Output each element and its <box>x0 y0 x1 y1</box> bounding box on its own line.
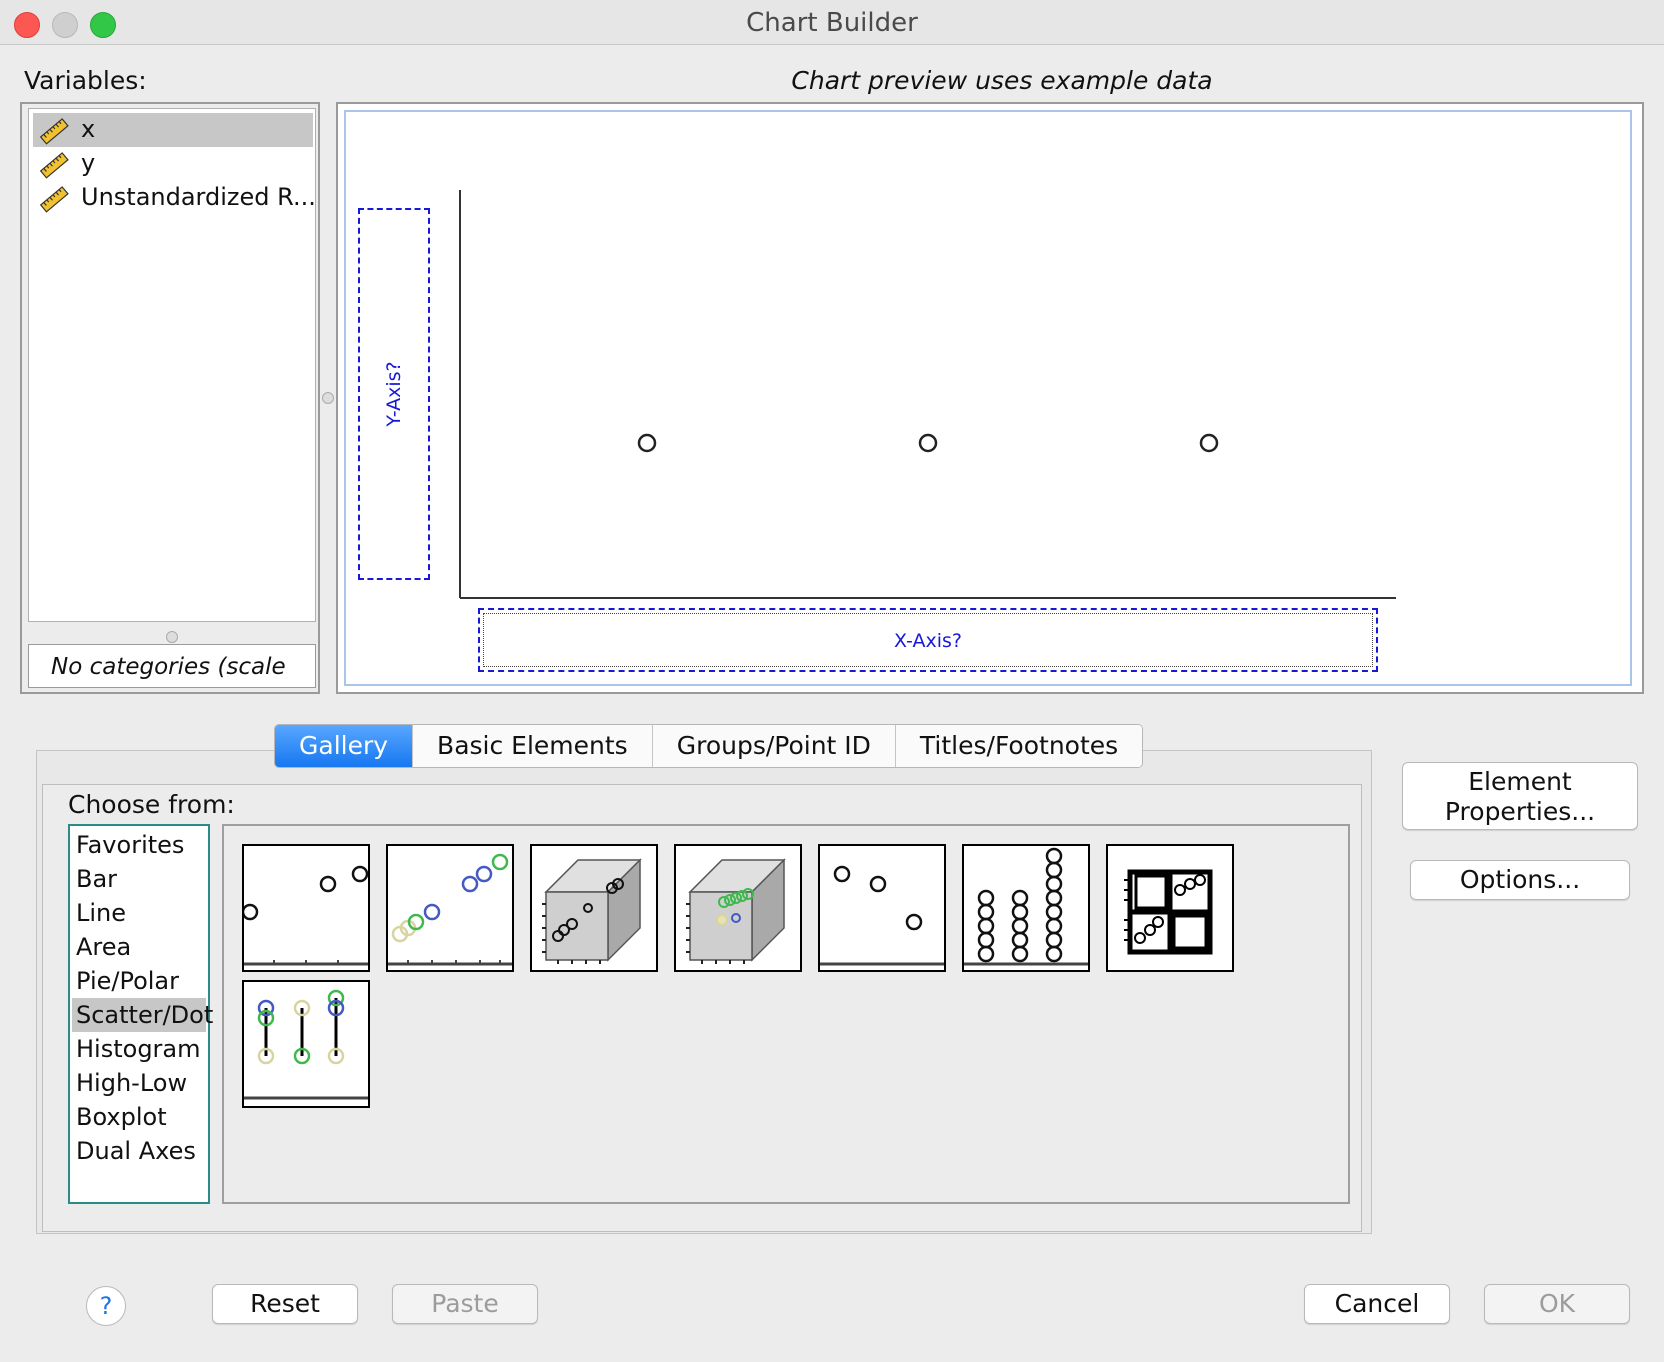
chart-type-list[interactable]: Favorites Bar Line Area Pie/Polar Scatte… <box>68 824 213 1204</box>
simple-3d-scatter-icon <box>542 858 642 964</box>
ok-button[interactable]: OK <box>1484 1284 1630 1324</box>
tab-bar: Gallery Basic Elements Groups/Point ID T… <box>274 724 1144 768</box>
chart-type-bar[interactable]: Bar <box>72 862 206 896</box>
pane-splitter-handle[interactable] <box>322 392 334 404</box>
variable-item-y[interactable]: y <box>33 147 313 181</box>
variables-list[interactable]: x y Unstandardized R... <box>28 108 316 622</box>
simple-scatter-icon <box>244 865 368 966</box>
help-button[interactable]: ? <box>86 1286 126 1326</box>
chart-type-histogram[interactable]: Histogram <box>72 1032 206 1066</box>
x-axis-drop-zone[interactable]: X-Axis? <box>478 608 1378 672</box>
variable-label: y <box>81 149 96 177</box>
element-properties-button[interactable]: Element Properties... <box>1402 762 1638 830</box>
variable-label: x <box>81 115 96 143</box>
categories-box: No categories (scale <box>28 644 316 688</box>
grouped-scatter-icon <box>388 853 512 966</box>
variables-label: Variables: <box>24 66 147 95</box>
variable-item-unstandardized-residual[interactable]: Unstandardized R... <box>33 181 316 215</box>
paste-button[interactable]: Paste <box>392 1284 538 1324</box>
preview-note: Chart preview uses example data <box>791 66 1213 95</box>
simple-dot-plot-icon <box>964 847 1088 966</box>
grouped-3d-scatter-icon <box>686 858 786 964</box>
grouped-scatter-thumbnail[interactable] <box>386 844 514 972</box>
drop-line-thumbnail[interactable] <box>242 980 370 1108</box>
categories-note: No categories (scale <box>51 654 286 680</box>
example-point <box>1199 433 1219 453</box>
summary-point-plot-thumbnail[interactable] <box>818 844 946 972</box>
tab-gallery[interactable]: Gallery <box>275 725 414 767</box>
chart-type-scatter-dot[interactable]: Scatter/Dot <box>72 998 213 1032</box>
summary-point-plot-icon <box>820 865 944 966</box>
scatterplot-matrix-icon <box>1124 869 1213 955</box>
chart-type-boxplot[interactable]: Boxplot <box>72 1100 206 1134</box>
element-properties-line1: Element <box>1468 767 1572 796</box>
y-axis-drop-label: Y-Axis? <box>383 361 405 427</box>
ruler-scale-icon <box>39 152 69 179</box>
simple-3d-scatter-thumbnail[interactable] <box>530 844 658 972</box>
choose-from-label: Choose from: <box>68 790 235 819</box>
example-point <box>918 433 938 453</box>
example-scatter-plot <box>459 190 1396 599</box>
simple-dot-plot-thumbnail[interactable] <box>962 844 1090 972</box>
tab-titles-footnotes[interactable]: Titles/Footnotes <box>895 725 1143 767</box>
chart-type-favorites[interactable]: Favorites <box>72 828 206 862</box>
cancel-button[interactable]: Cancel <box>1304 1284 1450 1324</box>
drop-line-icon <box>244 989 368 1100</box>
tab-groups-point-id[interactable]: Groups/Point ID <box>652 725 896 767</box>
window-title: Chart Builder <box>746 8 918 38</box>
chart-type-dual-axes[interactable]: Dual Axes <box>72 1134 206 1168</box>
grouped-3d-scatter-thumbnail[interactable] <box>674 844 802 972</box>
ruler-scale-icon <box>39 118 69 145</box>
element-properties-line2: Properties... <box>1444 797 1596 826</box>
reset-button[interactable]: Reset <box>212 1284 358 1324</box>
variable-item-x[interactable]: x <box>33 113 313 147</box>
gallery-thumbnails-panel <box>222 824 1350 1204</box>
simple-scatter-thumbnail[interactable] <box>242 844 370 972</box>
example-point <box>637 433 657 453</box>
ruler-scale-icon <box>39 186 69 213</box>
chart-type-high-low[interactable]: High-Low <box>72 1066 206 1100</box>
scatterplot-matrix-thumbnail[interactable] <box>1106 844 1234 972</box>
x-axis-drop-label: X-Axis? <box>893 630 962 652</box>
tab-basic-elements[interactable]: Basic Elements <box>413 725 653 767</box>
chart-type-pie-polar[interactable]: Pie/Polar <box>72 964 206 998</box>
variable-label: Unstandardized R... <box>81 183 316 211</box>
splitter-handle[interactable] <box>166 631 178 643</box>
title-bar: Chart Builder <box>0 0 1664 45</box>
chart-type-line[interactable]: Line <box>72 896 206 930</box>
chart-type-area[interactable]: Area <box>72 930 206 964</box>
options-button[interactable]: Options... <box>1410 860 1630 900</box>
y-axis-drop-zone[interactable]: Y-Axis? <box>358 208 430 580</box>
